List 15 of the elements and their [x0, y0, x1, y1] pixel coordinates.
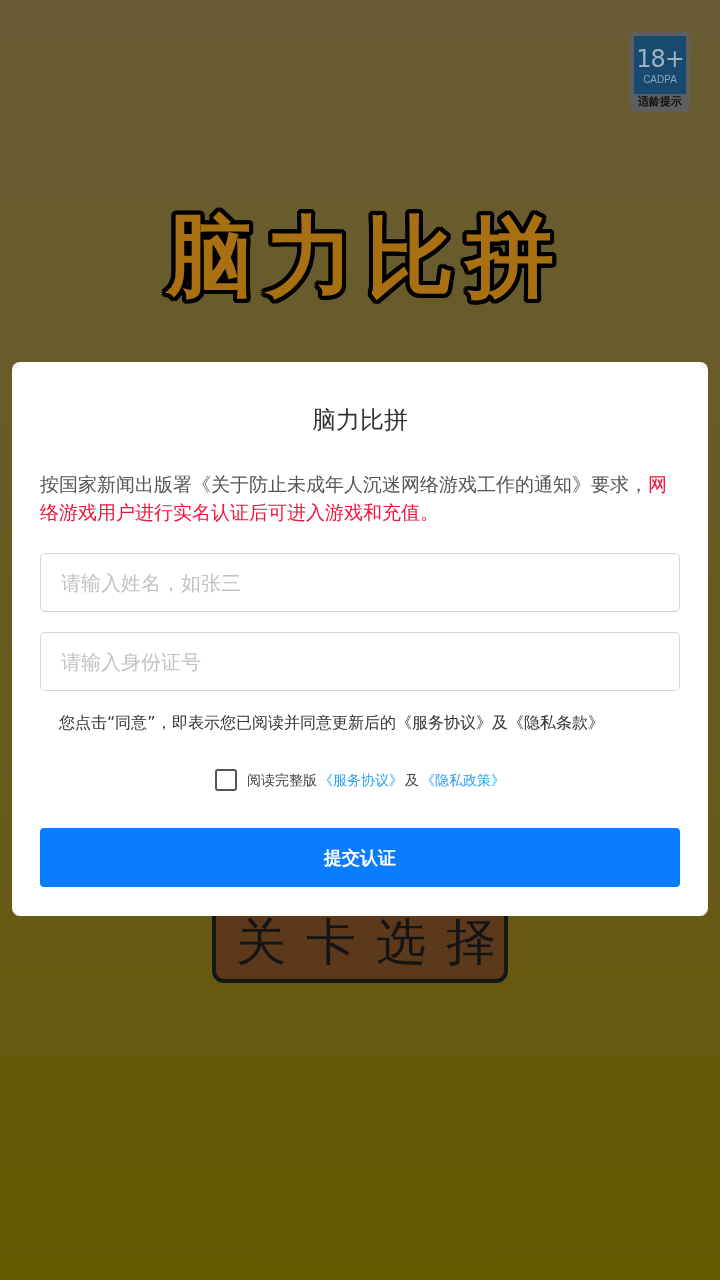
dialog-title: 脑力比拼	[311, 405, 409, 436]
checkbox[interactable]	[215, 769, 237, 791]
game-title: 脑力比拼	[164, 207, 566, 307]
input-field[interactable]: 请输入姓名，如张三	[40, 553, 680, 612]
input-field[interactable]: 请输入身份证号	[40, 632, 680, 691]
age-rating-number: 18+	[636, 45, 684, 72]
service-agreement-link[interactable]: 《服务协议》	[319, 770, 403, 790]
age-rating-org: CADPA	[643, 73, 677, 85]
notice-text: 按国家新闻出版署《关于防止未成年人沉迷网络游戏工作的通知》要求，网络游戏用户进行实名认证后可进入游戏和充值。	[40, 472, 668, 525]
submit-button[interactable]: 提交认证	[40, 828, 680, 887]
agreement-separator: 及	[405, 771, 419, 790]
privacy-policy-link[interactable]: 《隐私政策》	[421, 770, 505, 790]
agreement-text: 阅读完整版	[247, 771, 317, 790]
consent-text: 您点击“同意”，即表示您已阅读并同意更新后的《服务协议》及《隐私条款》	[58, 712, 605, 734]
age-rating-label: 适龄提示	[638, 94, 682, 110]
